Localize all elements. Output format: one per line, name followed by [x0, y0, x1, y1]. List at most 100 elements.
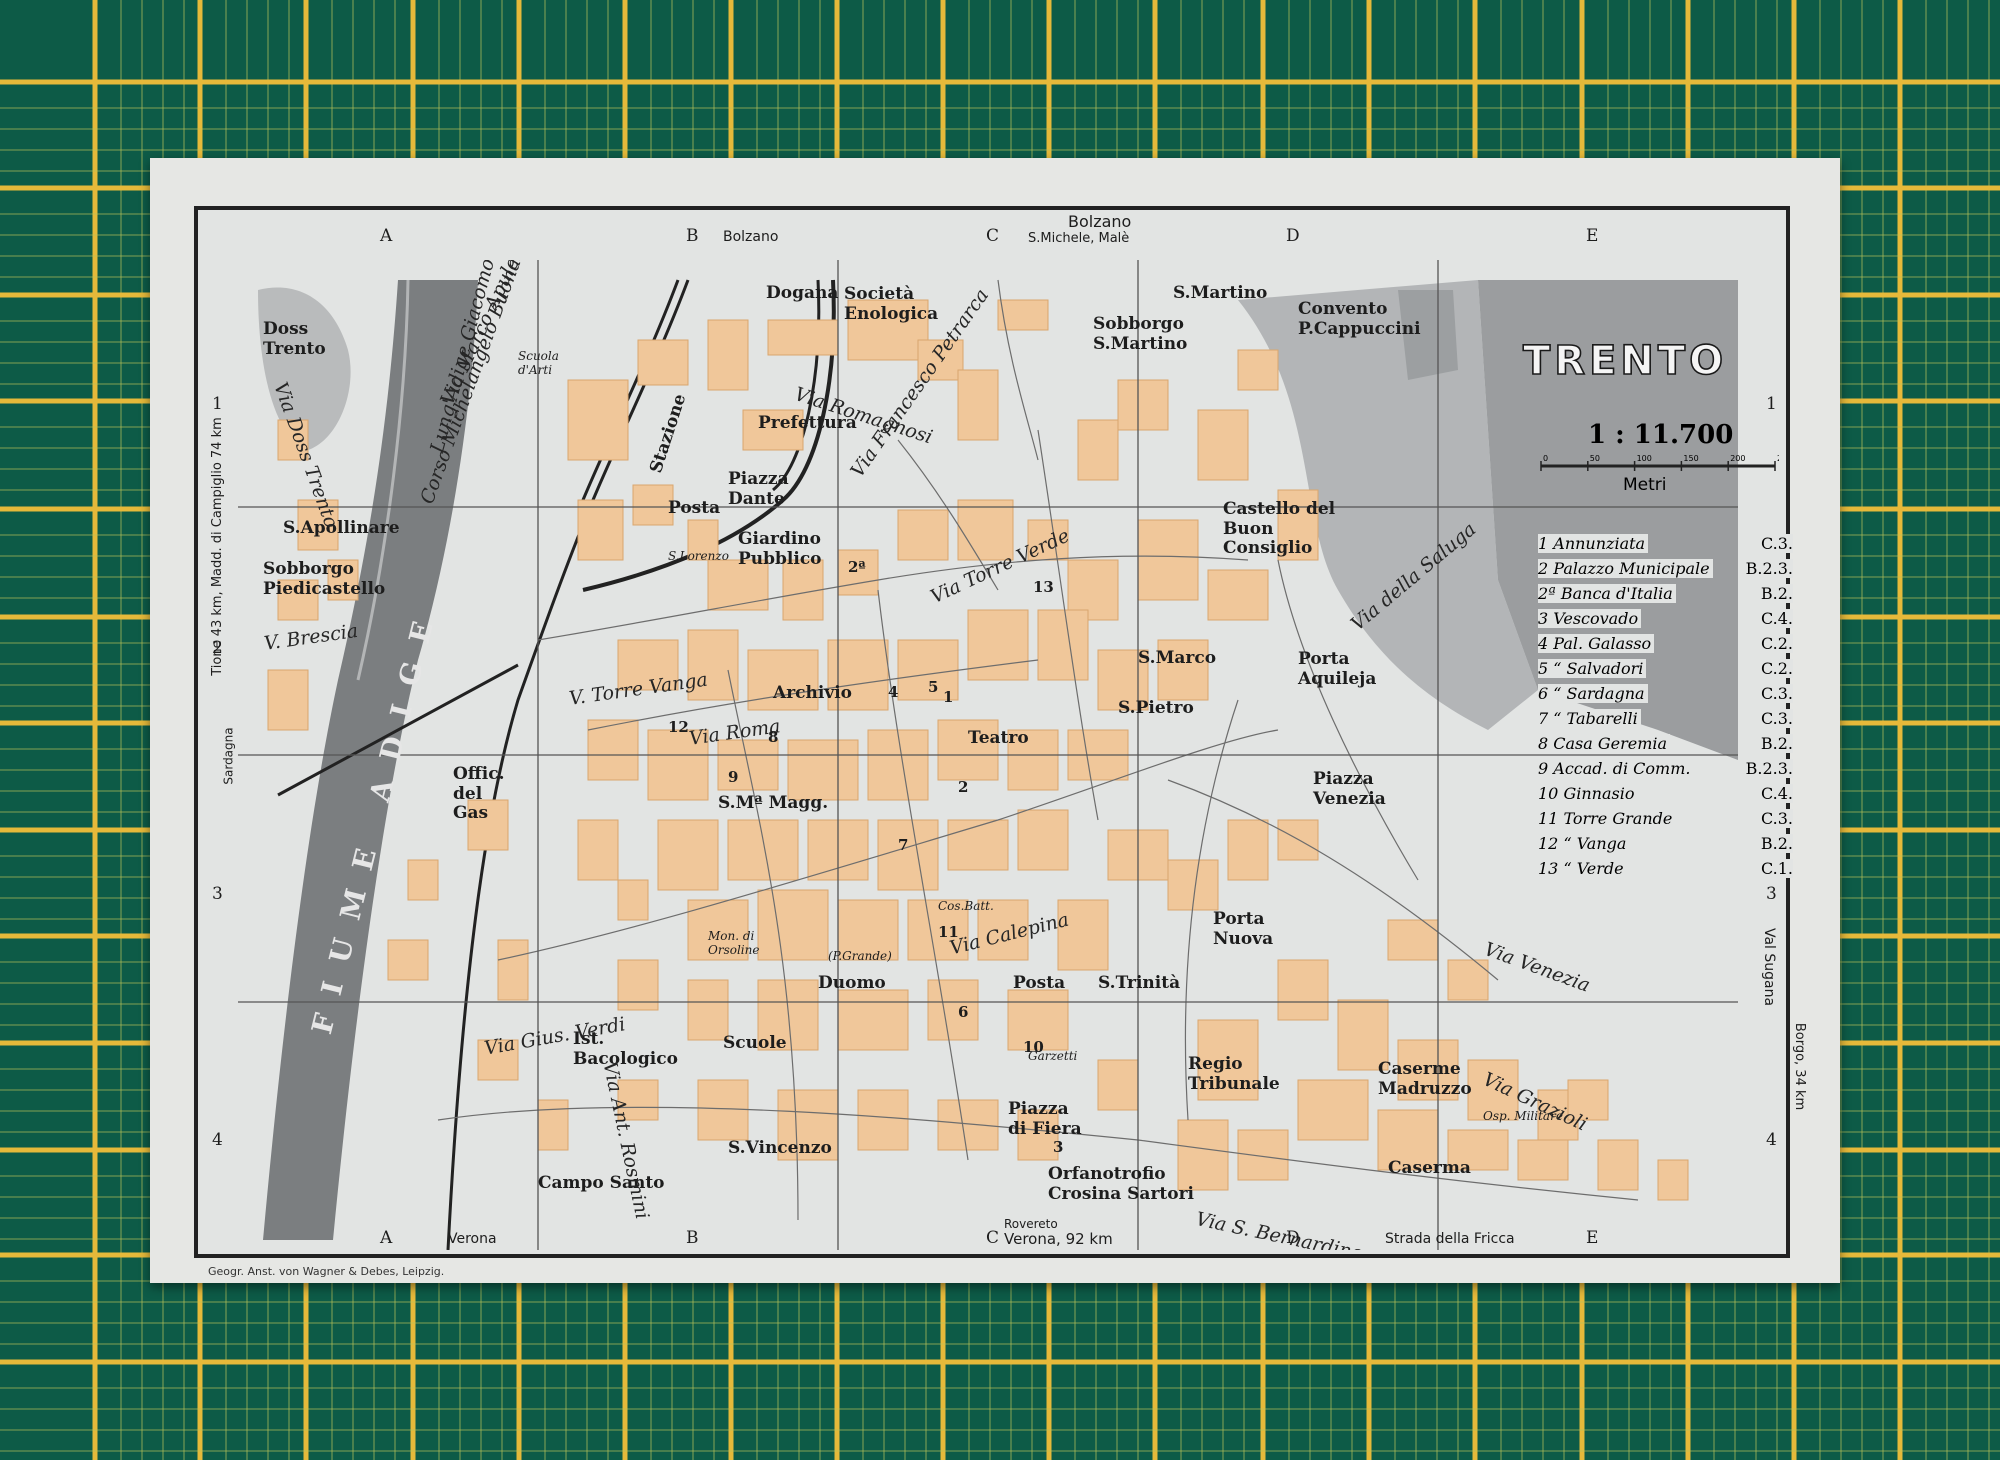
scale-tick-label-50: 50: [1590, 454, 1600, 463]
place-doss-trento: Doss Trento: [263, 319, 326, 359]
grid-col-top-c: C: [986, 226, 1000, 246]
place-offic-gas: Offic. del Gas: [453, 764, 505, 824]
place-orfanotrofio: Orfanotrofio Crosina Sartori: [1048, 1164, 1195, 1204]
legend-grid-ref: C.2.: [1757, 634, 1793, 653]
place-dogana: Dogana: [766, 283, 839, 303]
legend-row: 13 “ Verde C.1.: [1538, 857, 1793, 882]
scale-unit-label: Metri: [1623, 475, 1667, 495]
place-p-grande: (P.Grande): [828, 949, 892, 963]
place-castello: Castello del Buon Consiglio: [1223, 499, 1336, 559]
place-giardino-pubblico: Giardino Pubblico: [738, 529, 822, 569]
legend-row: 6 “ Sardagna C.3.: [1538, 682, 1793, 707]
legend-marker-1: 1: [943, 688, 954, 706]
map-sheet: Doss Trento S.Apollinare Sobborgo Piedicas…: [150, 158, 1840, 1283]
place-s-trinita: S.Trinità: [1098, 973, 1181, 993]
legend-marker-13: 13: [1033, 578, 1054, 596]
legend-grid-ref: C.3.: [1757, 709, 1793, 728]
legend-marker-5: 5: [928, 678, 939, 696]
legend-marker-8: 8: [768, 728, 779, 746]
dest-strada-fricca: Strada della Fricca: [1385, 1231, 1515, 1247]
grid-col-top-a: A: [380, 226, 393, 246]
dest-tione: Tione 43 km, Madd. di Campiglio 74 km: [209, 417, 225, 676]
dest-rovereto: Rovereto: [1004, 1217, 1058, 1231]
legend-grid-ref: C.4.: [1757, 609, 1793, 628]
legend-grid-ref: C.3.: [1757, 534, 1793, 553]
place-sobborgo-piedicastello: Sobborgo Piedicastello: [263, 559, 386, 599]
scale-tick-label-0: 0: [1543, 454, 1548, 463]
legend-label: 13 “ Verde: [1538, 859, 1627, 878]
place-posta-north: Posta: [668, 498, 721, 518]
legend-label: 12 “ Vanga: [1538, 834, 1630, 853]
place-caserma: Caserma: [1388, 1158, 1471, 1178]
place-piazza-fiera: Piazza di Fiera: [1008, 1099, 1082, 1139]
legend-label: 2ª Banca d'Italia: [1538, 584, 1676, 603]
dest-s-michele: S.Michele, Malè: [1028, 231, 1130, 246]
place-regio-tribunale: Regio Tribunale: [1188, 1054, 1280, 1094]
scale-tick-label-100: 100: [1637, 454, 1652, 463]
legend-marker-7: 7: [898, 836, 909, 854]
legend: 1 Annunziata C.3. 2 Palazzo Municipale B.2.…: [1538, 532, 1793, 882]
legend-label: 9 Accad. di Comm.: [1538, 759, 1694, 778]
legend-marker-14: 2ª: [848, 558, 866, 576]
legend-marker-3: 3: [1053, 1138, 1064, 1156]
dest-verona-c: Verona, 92 km: [1004, 1230, 1113, 1248]
map-frame: Doss Trento S.Apollinare Sobborgo Piedicas…: [194, 206, 1807, 1258]
legend-row: 7 “ Tabarelli C.3.: [1538, 707, 1793, 732]
legend-grid-ref: B.2.3.: [1742, 559, 1793, 578]
legend-marker-6: 6: [958, 1003, 969, 1021]
grid-col-bottom-e: E: [1586, 1228, 1599, 1248]
place-scuola-arti: Scuola d'Arti: [518, 349, 559, 377]
map-title: TRENTO: [1522, 337, 1728, 385]
legend-grid-ref: C.4.: [1757, 784, 1793, 803]
grid-col-bottom-b: B: [686, 1228, 699, 1248]
legend-grid-ref: C.3.: [1757, 684, 1793, 703]
grid-col-bottom-a: A: [380, 1228, 393, 1248]
scale-bar: 0 50 100 150 200 250: [1540, 454, 1779, 471]
scale-tick-label-150: 150: [1683, 454, 1698, 463]
place-s-marco: S.Marco: [1138, 648, 1217, 668]
place-duomo: Duomo: [818, 973, 886, 993]
place-scuole: Scuole: [723, 1033, 787, 1053]
legend-marker-12: 12: [668, 718, 689, 736]
legend-marker-2: 2: [958, 778, 969, 796]
dest-borgo: Borgo, 34 km: [1792, 1022, 1808, 1111]
place-convento-cappuccini: Convento P.Cappuccini: [1298, 299, 1421, 339]
place-societa-enologica: Società Enologica: [844, 284, 939, 324]
dest-val-sugana: Val Sugana: [1761, 927, 1778, 1007]
legend-label: 7 “ Tabarelli: [1538, 709, 1641, 728]
place-mon-orsoline: Mon. di Orsoline: [708, 929, 760, 957]
legend-row: 1 Annunziata C.3.: [1538, 532, 1793, 557]
legend-row: 3 Vescovado C.4.: [1538, 607, 1793, 632]
legend-grid-ref: B.2.: [1757, 734, 1793, 753]
grid-row-left-4: 4: [212, 1130, 223, 1150]
legend-label: 6 “ Sardagna: [1538, 684, 1648, 703]
legend-label: 5 “ Salvadori: [1538, 659, 1647, 678]
grid-col-bottom-c: C: [986, 1228, 1000, 1248]
grid-row-left-1: 1: [212, 394, 223, 414]
publisher-imprint: Geogr. Anst. von Wagner & Debes, Leipzig…: [208, 1265, 445, 1278]
legend-row: 12 “ Vanga B.2.: [1538, 832, 1793, 857]
place-piazza-venezia: Piazza Venezia: [1313, 769, 1386, 809]
legend-grid-ref: B.2.: [1757, 834, 1793, 853]
grid-row-left-3: 3: [212, 884, 223, 904]
place-porta-aquileja: Porta Aquileja: [1298, 649, 1377, 689]
place-s-lorenzo: S.Lorenzo: [668, 549, 729, 563]
legend-row: 9 Accad. di Comm. B.2.3.: [1538, 757, 1793, 782]
scale-tick-label-200: 200: [1730, 454, 1745, 463]
grid-col-top-d: D: [1286, 226, 1300, 246]
dest-bolzano-b: Bolzano: [723, 229, 779, 245]
legend-marker-11: 11: [938, 923, 959, 941]
legend-marker-4: 4: [888, 683, 899, 701]
place-sm-magg: S.Mª Magg.: [718, 793, 829, 813]
legend-marker-9: 9: [728, 768, 739, 786]
dest-bolzano-c: Bolzano: [1068, 212, 1132, 231]
legend-label: 2 Palazzo Municipale: [1538, 559, 1713, 578]
place-posta-south: Posta: [1013, 973, 1066, 993]
grid-row-right-4: 4: [1766, 1130, 1777, 1150]
legend-label: 4 Pal. Galasso: [1538, 634, 1655, 653]
grid-col-top-b: B: [686, 226, 699, 246]
map-area[interactable]: Doss Trento S.Apollinare Sobborgo Piedicas…: [238, 260, 1738, 1250]
legend-row: 5 “ Salvadori C.2.: [1538, 657, 1793, 682]
grid-row-right-3: 3: [1766, 884, 1777, 904]
legend-grid-ref: C.3.: [1757, 809, 1793, 828]
